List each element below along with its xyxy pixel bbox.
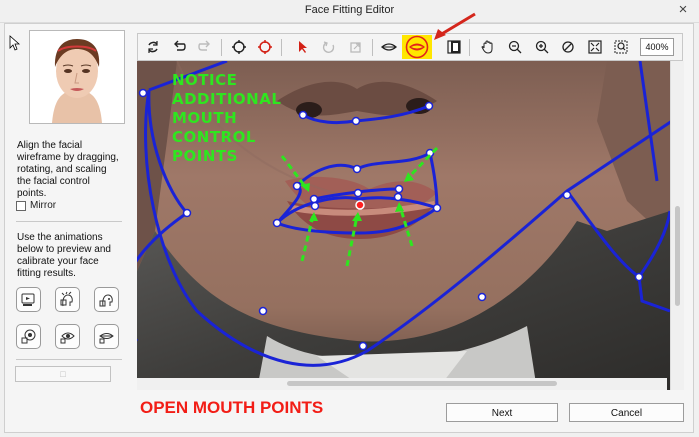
zoom-in-icon[interactable] — [532, 37, 552, 57]
window-title: Face Fitting Editor — [304, 4, 395, 16]
zoom-region-icon[interactable] — [611, 37, 631, 57]
active-control-point[interactable] — [355, 200, 365, 210]
toolbar-separator — [221, 39, 222, 56]
vertical-scroll-thumb[interactable] — [675, 206, 680, 306]
crop-icon[interactable] — [345, 37, 365, 57]
divider — [16, 221, 122, 222]
notice-line: ADDITIONAL — [172, 90, 282, 108]
left-panel: Align the facial wireframe by dragging, … — [10, 30, 125, 390]
undo-icon[interactable] — [169, 37, 189, 57]
caption-text: OPEN MOUTH POINTS — [140, 398, 324, 417]
zoom-actual-icon[interactable] — [558, 37, 578, 57]
fit-view-icon[interactable] — [585, 37, 605, 57]
toolbar-separator — [469, 39, 470, 56]
select-arrow-icon[interactable] — [293, 37, 313, 57]
face-thumbnail-image — [30, 31, 124, 123]
preview-slot: □ — [15, 366, 111, 382]
zoom-out-icon[interactable] — [505, 37, 525, 57]
scale-icon[interactable] — [255, 37, 275, 57]
redo-icon[interactable] — [195, 37, 215, 57]
toolbar-separator — [372, 39, 373, 56]
divider — [16, 359, 122, 360]
horizontal-scroll-thumb[interactable] — [287, 381, 557, 386]
mirror-checkbox[interactable] — [16, 200, 26, 211]
mouth-closed-icon[interactable] — [379, 37, 399, 57]
notice-line: CONTROL — [172, 128, 256, 146]
mouth-open-icon[interactable] — [402, 35, 432, 59]
notice-line: POINTS — [172, 147, 238, 165]
zoom-level-field[interactable]: 400% — [640, 38, 674, 56]
mouth-animation-icon[interactable] — [94, 324, 119, 349]
notice-line: NOTICE — [172, 71, 238, 89]
face-preview-thumbnail — [29, 30, 125, 124]
animations-text: Use the animations below to preview and … — [17, 232, 111, 279]
horizontal-scrollbar[interactable] — [137, 378, 667, 390]
lasso-icon[interactable] — [319, 37, 339, 57]
talk-animation-icon[interactable] — [16, 287, 41, 312]
notice-annotation: NOTICE ADDITIONAL MOUTH CONTROL POINTS — [172, 71, 281, 166]
title-bar: Face Fitting Editor × — [0, 0, 699, 23]
mirror-label: Mirror — [30, 200, 57, 211]
vertical-scrollbar[interactable] — [670, 61, 684, 390]
next-button[interactable]: Next — [446, 403, 558, 422]
hand-pan-icon[interactable] — [478, 37, 498, 57]
notice-line: MOUTH — [172, 109, 238, 127]
eye-animation-icon[interactable] — [16, 324, 41, 349]
toolbar: 400% — [137, 33, 683, 61]
mirror-option[interactable]: Mirror — [16, 200, 56, 211]
mask-icon[interactable] — [444, 37, 464, 57]
close-icon[interactable]: × — [675, 1, 691, 19]
instructions-text: Align the facial wireframe by dragging, … — [17, 140, 119, 199]
rotate-icon[interactable] — [229, 37, 249, 57]
blink-animation-icon[interactable] — [55, 324, 80, 349]
cancel-button[interactable]: Cancel — [569, 403, 684, 422]
reset-icon[interactable] — [143, 37, 163, 57]
head-turn-animation-icon[interactable] — [94, 287, 119, 312]
toolbar-separator — [281, 39, 282, 56]
expression-animation-icon[interactable] — [55, 287, 80, 312]
